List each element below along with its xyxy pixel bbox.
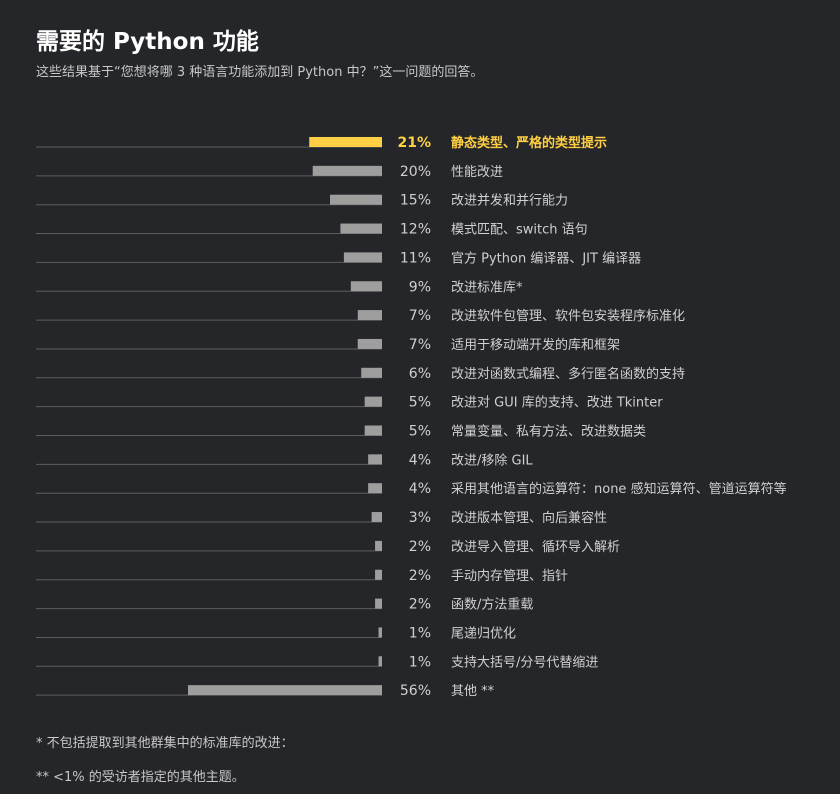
bar (188, 685, 382, 696)
category-label: 改进导入管理、循环导入解析 (451, 540, 620, 555)
value-label: 12% (400, 222, 431, 238)
category-label: 常量变量、私有方法、改进数据类 (451, 424, 646, 440)
bar (350, 281, 382, 292)
category-label: 改进标准库* (451, 279, 523, 295)
value-label: 4% (409, 481, 431, 497)
bar (368, 483, 382, 494)
value-label: 5% (409, 424, 431, 440)
bar (361, 367, 382, 378)
category-label: 改进软件包管理、软件包安装程序标准化 (451, 309, 685, 324)
category-label: 模式匹配、switch 语句 (451, 223, 588, 238)
value-label: 7% (409, 337, 431, 353)
bar (378, 627, 382, 638)
bar (364, 425, 382, 436)
value-label: 2% (409, 539, 431, 555)
value-label: 5% (409, 395, 431, 411)
bar (375, 598, 382, 609)
category-label: 改进/移除 GIL (451, 453, 533, 468)
value-label: 56% (400, 683, 431, 699)
category-label: 官方 Python 编译器、JIT 编译器 (451, 250, 641, 266)
bar (309, 137, 382, 147)
bar-chart: 21% 静态类型、严格的类型提示 20% 性能改进 15% 改进并发和并行能力 12% 模式匹… (36, 135, 787, 699)
bar (343, 252, 382, 263)
footnote-standard-library: * 不包括提取到其他群集中的标准库的改进： (36, 736, 294, 751)
category-label: 改进对 GUI 库的支持、改进 Tkinter (451, 395, 663, 411)
category-label: 支持大括号/分号代替缩进 (451, 654, 598, 670)
category-label: 性能改进 (451, 165, 503, 180)
value-label: 2% (409, 597, 431, 613)
footnote-other: ** <1% 的受访者指定的其他主题。 (36, 770, 245, 785)
category-label: 采用其他语言的运算符：none 感知运算符、管道运算符等 (451, 481, 787, 497)
category-label: 尾递归优化 (451, 626, 516, 641)
value-label: 1% (409, 625, 431, 641)
value-label: 20% (400, 164, 431, 180)
bar (375, 540, 382, 551)
bar (312, 165, 382, 176)
bar (330, 194, 382, 205)
category-label: 函数/方法重载 (451, 597, 533, 613)
bar (364, 396, 382, 407)
value-label: 11% (400, 250, 431, 266)
value-label: 21% (397, 135, 431, 151)
bar (368, 454, 382, 465)
bar (378, 656, 382, 667)
value-label: 2% (409, 568, 431, 584)
category-label: 改进对函数式编程、多行匿名函数的支持 (451, 366, 685, 382)
value-label: 9% (409, 279, 431, 295)
category-label: 改进并发和并行能力 (451, 193, 568, 209)
bar (357, 310, 382, 321)
value-label: 7% (409, 308, 431, 324)
category-label: 适用于移动端开发的库和框架 (451, 337, 620, 353)
value-label: 4% (409, 452, 431, 468)
value-label: 6% (409, 366, 431, 382)
category-label: 其他 ** (451, 684, 495, 699)
bar (371, 512, 382, 523)
value-label: 15% (400, 193, 431, 209)
category-label: 手动内存管理、指针 (451, 568, 568, 584)
bar (357, 338, 382, 349)
value-label: 1% (409, 654, 431, 670)
bar (340, 223, 382, 234)
category-label: 改进版本管理、向后兼容性 (451, 510, 607, 526)
category-label: 静态类型、严格的类型提示 (451, 135, 607, 151)
bar (375, 569, 382, 580)
value-label: 3% (409, 510, 431, 526)
